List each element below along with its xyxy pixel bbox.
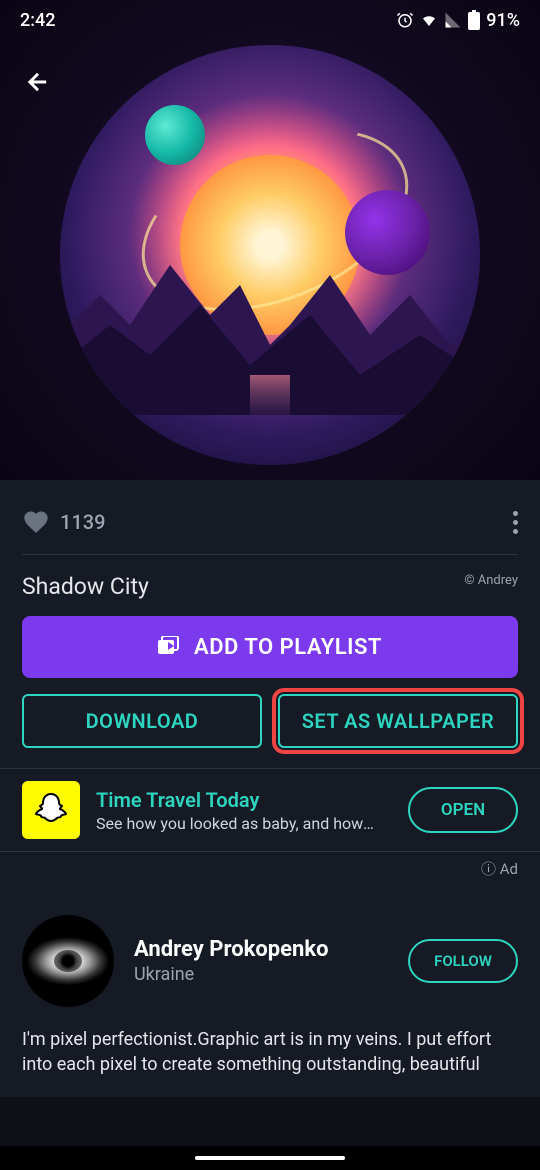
wallpaper-title: Shadow City bbox=[22, 573, 149, 600]
follow-label: FOLLOW bbox=[434, 952, 492, 970]
engagement-row: 1139 bbox=[0, 480, 540, 554]
author-avatar[interactable] bbox=[22, 915, 114, 1007]
content-area: 1139 Shadow City © Andrey ADD TO PLAYLIS… bbox=[0, 480, 540, 1097]
author-row: Andrey Prokopenko Ukraine FOLLOW bbox=[0, 889, 540, 1027]
ad-cta-label: OPEN bbox=[441, 800, 485, 820]
status-indicators: 91% bbox=[396, 10, 520, 31]
add-to-playlist-button[interactable]: ADD TO PLAYLIST bbox=[22, 616, 518, 678]
status-bar: 2:42 91% bbox=[0, 0, 540, 40]
action-buttons-row: DOWNLOAD SET AS WALLPAPER bbox=[0, 694, 540, 768]
author-bio: I'm pixel perfectionist.Graphic art is i… bbox=[0, 1027, 540, 1097]
wifi-icon bbox=[420, 11, 438, 29]
more-options-button[interactable] bbox=[513, 511, 518, 534]
navigation-bar[interactable] bbox=[0, 1146, 540, 1170]
set-wallpaper-label: SET AS WALLPAPER bbox=[302, 709, 495, 733]
author-location: Ukraine bbox=[134, 964, 388, 985]
set-wallpaper-button[interactable]: SET AS WALLPAPER bbox=[278, 694, 518, 748]
mountains-graphic bbox=[60, 235, 480, 415]
status-time: 2:42 bbox=[20, 10, 55, 31]
add-to-playlist-label: ADD TO PLAYLIST bbox=[194, 635, 382, 660]
wallpaper-artwork bbox=[60, 45, 480, 465]
follow-button[interactable]: FOLLOW bbox=[408, 939, 518, 983]
playlist-icon bbox=[158, 636, 182, 658]
wallpaper-preview[interactable] bbox=[0, 0, 540, 480]
arrow-left-icon bbox=[24, 68, 52, 96]
alarm-icon bbox=[396, 11, 414, 29]
copyright-text: © Andrey bbox=[464, 573, 518, 588]
ad-open-button[interactable]: OPEN bbox=[408, 787, 518, 833]
like-count: 1139 bbox=[60, 510, 105, 534]
ad-title: Time Travel Today bbox=[96, 788, 392, 812]
nav-handle bbox=[195, 1156, 345, 1160]
ad-app-icon bbox=[22, 781, 80, 839]
ad-disclosure[interactable]: ⓘ Ad bbox=[0, 852, 540, 889]
battery-icon bbox=[468, 10, 480, 30]
ad-banner[interactable]: Time Travel Today See how you looked as … bbox=[0, 768, 540, 852]
signal-icon bbox=[444, 11, 462, 29]
back-button[interactable] bbox=[18, 62, 58, 102]
like-button[interactable]: 1139 bbox=[22, 508, 105, 536]
author-name: Andrey Prokopenko bbox=[134, 937, 388, 962]
battery-percent: 91% bbox=[486, 10, 520, 31]
title-row: Shadow City © Andrey bbox=[0, 555, 540, 616]
snapchat-icon bbox=[31, 790, 71, 830]
download-button[interactable]: DOWNLOAD bbox=[22, 694, 262, 748]
heart-icon bbox=[22, 508, 50, 536]
author-info[interactable]: Andrey Prokopenko Ukraine bbox=[134, 937, 388, 985]
ad-description: See how you looked as baby, and how y… bbox=[96, 814, 376, 833]
download-label: DOWNLOAD bbox=[86, 709, 199, 733]
ad-text: Time Travel Today See how you looked as … bbox=[96, 788, 392, 833]
